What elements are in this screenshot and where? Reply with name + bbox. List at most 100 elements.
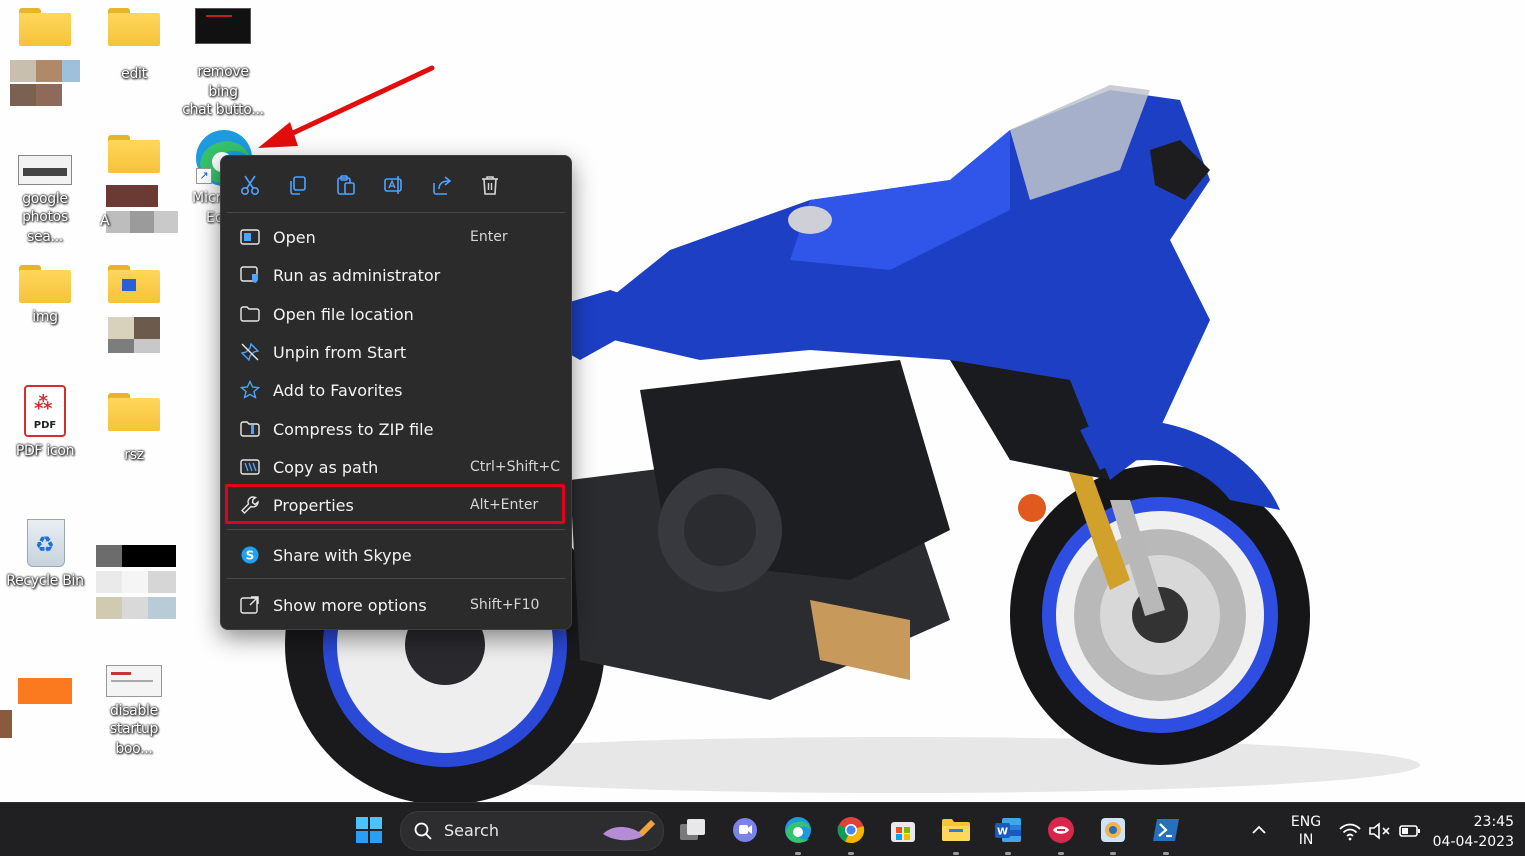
red-app-icon [1048, 817, 1074, 843]
photos-icon [1101, 818, 1125, 842]
menu-item-show-more-options[interactable]: Show more options Shift+F10 [227, 587, 565, 623]
scissors-icon [240, 175, 260, 196]
clock[interactable]: 23:45 04-04-2023 [1430, 813, 1520, 851]
menu-item-label: Compress to ZIP file [273, 419, 434, 439]
blurred-thumbnail [106, 185, 178, 235]
desktop-icon-blurred-file[interactable] [96, 545, 182, 625]
chrome-icon [837, 817, 865, 844]
blurred-thumbnail [108, 317, 168, 357]
edge-icon [785, 817, 811, 843]
skype-icon: S [239, 545, 261, 565]
taskbar-red-app[interactable] [1044, 813, 1078, 855]
search-highlight-art-icon [603, 820, 655, 841]
folder-outline-icon [239, 304, 261, 324]
unpin-icon [239, 342, 261, 362]
search-label: Search [444, 821, 499, 840]
folder-icon [19, 265, 71, 303]
desktop-icon-recycle-bin[interactable]: ♻ Recycle Bin [3, 515, 87, 591]
task-view-button[interactable] [676, 813, 710, 847]
taskbar-chrome[interactable] [834, 813, 868, 855]
blurred-thumbnail [18, 678, 72, 704]
copy-button[interactable] [285, 172, 311, 198]
share-button[interactable] [429, 172, 455, 198]
menu-item-run-as-admin[interactable]: Run as administrator [227, 257, 565, 293]
teams-chat-button[interactable] [728, 813, 762, 847]
menu-item-open-file-location[interactable]: Open file location [227, 296, 565, 332]
search-icon [414, 822, 432, 840]
menu-item-label: Copy as path [273, 457, 379, 477]
desktop-icon-word-folder[interactable] [92, 265, 176, 357]
icon-label: rsz [124, 447, 144, 463]
icon-label: img [32, 309, 58, 325]
star-icon [239, 380, 261, 400]
rename-button[interactable] [381, 172, 407, 198]
taskbar-store[interactable] [886, 813, 920, 847]
icon-label: A [100, 213, 110, 229]
language-line1: ENG [1290, 814, 1322, 830]
menu-separator [227, 529, 565, 530]
desktop-icon-img[interactable]: img [3, 265, 87, 327]
cut-button[interactable] [237, 172, 263, 198]
menu-item-compress-to-zip[interactable]: Compress to ZIP file [227, 411, 565, 447]
quick-settings-button[interactable] [1338, 817, 1422, 845]
delete-button[interactable] [477, 172, 503, 198]
image-thumbnail-icon [18, 155, 72, 185]
file-explorer-icon [942, 819, 970, 841]
taskbar-powershell[interactable] [1149, 813, 1183, 855]
desktop-icon-disable-startup[interactable]: disable startup boo... [92, 665, 176, 759]
taskbar-photos[interactable] [1096, 813, 1130, 855]
image-thumbnail-icon [195, 8, 251, 44]
menu-item-label: Show more options [273, 595, 427, 615]
menu-item-label: Unpin from Start [273, 342, 407, 362]
chevron-up-icon [1252, 825, 1266, 834]
teams-chat-icon [733, 818, 757, 842]
icon-label: google [22, 191, 68, 207]
task-view-icon [680, 819, 705, 840]
taskbar-file-explorer[interactable] [939, 813, 973, 855]
volume-muted-icon [1369, 822, 1390, 840]
windows-logo-icon [356, 817, 382, 843]
menu-separator [227, 578, 565, 579]
icon-label: Recycle Bin [6, 573, 84, 589]
desktop: google photos sea... img ⁂ PDF PDF icon … [0, 0, 1525, 802]
desktop-icon-folder-a[interactable]: A [92, 135, 178, 235]
desktop-icon-orange-file[interactable] [0, 678, 84, 740]
taskbar-word[interactable]: W [991, 813, 1025, 855]
menu-item-add-to-favorites[interactable]: Add to Favorites [227, 372, 565, 408]
taskbar-edge[interactable] [781, 813, 815, 855]
recycle-bin-icon: ♻ [25, 515, 65, 567]
shortcut-arrow-icon: ↗ [196, 168, 212, 184]
blurred-thumbnail [0, 710, 12, 738]
clock-time: 23:45 [1473, 814, 1514, 830]
word-icon: W [995, 818, 1021, 842]
desktop-icon-rsz[interactable]: rsz [92, 393, 176, 465]
menu-item-open[interactable]: Open Enter [227, 219, 565, 255]
icon-label: startup boo... [109, 721, 159, 757]
desktop-icon-google-photos[interactable]: google photos sea... [3, 155, 87, 247]
menu-separator [227, 212, 565, 213]
menu-item-share-with-skype[interactable]: S Share with Skype [227, 537, 565, 573]
paste-button[interactable] [333, 172, 359, 198]
properties-highlight-box [225, 484, 565, 524]
menu-item-shortcut: Ctrl+Shift+C [470, 459, 560, 475]
desktop-icon-folder[interactable] [3, 8, 87, 108]
zip-icon [239, 419, 261, 439]
icon-label: PDF icon [15, 443, 75, 459]
taskbar-search-box[interactable]: Search [400, 811, 664, 851]
admin-shield-icon [239, 265, 261, 285]
blurred-thumbnail [96, 545, 176, 623]
menu-item-label: Add to Favorites [273, 380, 403, 400]
folder-icon [108, 265, 160, 303]
folder-icon [19, 8, 71, 46]
language-indicator[interactable]: ENG IN [1284, 813, 1328, 849]
start-button[interactable] [352, 813, 386, 847]
copy-path-icon [239, 457, 261, 477]
desktop-icon-pdf[interactable]: ⁂ PDF PDF icon [3, 385, 87, 461]
blurred-thumbnail [10, 60, 80, 108]
menu-item-shortcut: Shift+F10 [470, 597, 540, 613]
desktop-icon-edit[interactable]: edit [92, 8, 176, 84]
menu-item-copy-as-path[interactable]: Copy as path Ctrl+Shift+C [227, 449, 565, 485]
trash-icon [482, 176, 498, 195]
menu-item-unpin-from-start[interactable]: Unpin from Start [227, 334, 565, 370]
show-hidden-icons-button[interactable] [1244, 813, 1274, 847]
